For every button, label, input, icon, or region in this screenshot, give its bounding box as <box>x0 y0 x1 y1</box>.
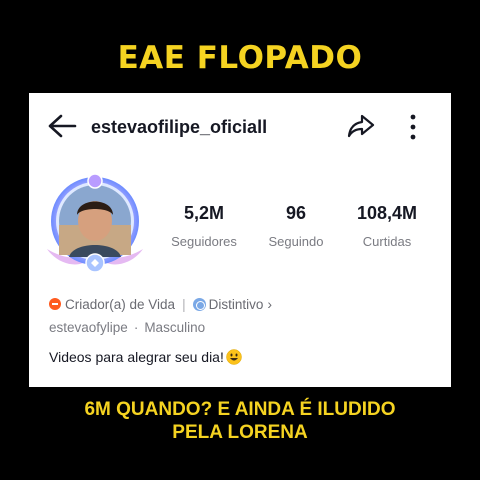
stat-following-label: Seguindo <box>268 234 324 249</box>
separator: | <box>182 296 186 312</box>
chevron-right-icon[interactable]: › <box>267 296 272 312</box>
stat-likes-label: Curtidas <box>362 234 412 249</box>
stat-likes-value: 108,4M <box>356 203 418 223</box>
stat-following-value: 96 <box>285 203 307 223</box>
profile-badge[interactable]: Distintivo <box>209 297 264 312</box>
profile-bio-text: Videos para alegrar seu dia! <box>49 349 224 365</box>
stat-likes[interactable]: 108,4M Curtidas <box>347 203 427 249</box>
profile-header: estevaofilipe_oficiall <box>29 93 451 161</box>
caption-bottom: 6M QUANDO? E AINDA É ILUDIDO PELA LORENA <box>0 398 480 444</box>
caption-bottom-line-2: PELA LORENA <box>172 422 308 443</box>
smile-emoji-icon <box>226 349 242 365</box>
badge-icon <box>192 297 206 311</box>
profile-badges: Criador(a) de Vida | Distintivo › <box>49 296 272 312</box>
back-arrow-icon[interactable] <box>47 113 77 139</box>
profile-category[interactable]: Criador(a) de Vida <box>65 297 175 312</box>
more-icon[interactable] <box>407 112 419 142</box>
caption-top: EAE FLOPADO <box>117 40 363 76</box>
stat-following[interactable]: 96 Seguindo <box>263 203 329 249</box>
stat-followers-label: Seguidores <box>171 234 237 249</box>
caption-bottom-line-1: 6M QUANDO? E AINDA É ILUDIDO <box>84 399 396 420</box>
separator-dot: · <box>133 320 139 335</box>
avatar[interactable] <box>39 171 151 283</box>
share-icon[interactable] <box>346 112 376 140</box>
profile-bio: Videos para alegrar seu dia! <box>49 349 242 365</box>
category-icon <box>49 298 61 310</box>
profile-username: estevaofilipe_oficiall <box>91 117 268 137</box>
profile-handle: estevaofylipe <box>49 320 128 335</box>
stat-followers-value: 5,2M <box>183 203 225 223</box>
stat-followers[interactable]: 5,2M Seguidores <box>169 203 239 249</box>
profile-gender: Masculino <box>144 320 206 335</box>
profile-meta: estevaofylipe · Masculino <box>49 320 205 335</box>
profile-card: estevaofilipe_oficiall 5,2M Seguidores 9… <box>29 93 451 387</box>
